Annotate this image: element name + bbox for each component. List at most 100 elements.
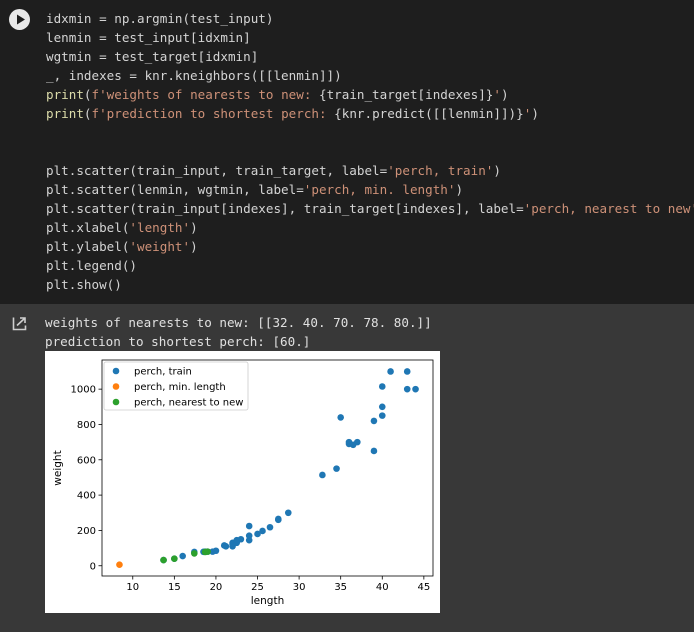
code-string: ' [493,87,501,102]
code-token: ) [531,106,539,121]
point-series-3 [204,548,211,555]
point-series-1 [333,465,340,472]
code-token: lenmin = test_input[idxmin] [46,30,251,45]
code-token: idxmin = np.argmin(test_input) [46,11,274,26]
point-series-1 [222,543,230,550]
point-series-1 [212,547,220,555]
code-builtin: print [46,106,84,121]
ticks-layer: 10 15 20 25 30 35 40 45 0 200 400 600 800 1000 [71,385,431,593]
code-line: plt.scatter(lenmin, wgtmin, label='perch… [46,180,694,199]
code-token: plt.ylabel( [46,239,130,254]
legend-marker-2 [112,383,120,390]
code-line: print(f'prediction to shortest perch: {k… [46,104,694,123]
code-line: plt.show() [46,275,694,294]
point-series-1 [349,441,357,449]
point-series-1 [245,522,253,530]
point-series-1 [284,509,292,517]
scatter-plot: 10 15 20 25 30 35 40 45 0 200 400 600 800 1000 length… [45,351,440,613]
code-line: print(f'weights of nearests to new: {tra… [46,85,694,104]
code-string: 'perch, train' [387,163,494,178]
stdout-line-2: prediction to shortest perch: [60.] [45,334,311,349]
code-editor[interactable]: idxmin = np.argmin(test_input)lenmin = t… [0,0,694,304]
code-token: {knr.predict([[lenmin]])} [334,106,524,121]
legend-label: perch, train [134,367,192,378]
stdout-text: weights of nearests to new: [[32. 40. 70… [45,313,432,351]
point-series-1 [337,414,344,421]
code-token: plt.scatter(train_input, train_target, l… [46,163,388,178]
code-token: ) [190,239,198,254]
point-series-1 [233,536,241,544]
point-series-1 [275,515,282,523]
code-line: plt.scatter(train_input, train_target, l… [46,161,694,180]
y-tick-label: 200 [77,526,96,537]
code-token: plt.scatter(train_input[indexes], train_… [46,201,524,216]
code-token: ) [455,182,464,197]
scatter-chart-svg: 10 15 20 25 30 35 40 45 0 200 400 600 800 1000 length… [52,359,434,607]
run-cell-button[interactable] [9,9,30,30]
point-series-1 [403,368,411,375]
output-area: weights of nearests to new: [[32. 40. 70… [0,304,694,632]
code-string: 'perch, nearest to new' [523,201,694,216]
code-token: plt.show() [46,277,122,292]
y-tick-label: 0 [90,561,96,572]
point-series-1 [387,368,394,375]
point-series-1 [319,471,326,479]
x-tick-label: 25 [251,582,264,593]
code-line: plt.xlabel('length') [46,218,694,237]
output-redirect-icon[interactable] [12,316,29,331]
x-tick-label: 10 [126,582,139,593]
point-series-3 [191,550,198,557]
code-token: plt.scatter(lenmin, wgtmin, label= [46,182,304,197]
y-tick-label: 1000 [71,385,96,396]
code-string: 'length' [129,220,191,235]
point-series-1 [266,523,274,531]
code-line: plt.ylabel('weight') [46,237,694,256]
code-line: wgtmin = test_target[idxmin] [46,47,694,66]
x-axis-label: length [251,595,284,607]
code-line: plt.scatter(train_input[indexes], train_… [46,199,694,218]
code-token: ) [190,220,198,235]
code-text[interactable]: idxmin = np.argmin(test_input)lenmin = t… [46,9,694,294]
code-token: plt.xlabel( [46,220,130,235]
point-series-1 [245,532,253,540]
x-tick-label: 35 [334,582,347,593]
point-series-1 [370,447,378,455]
point-series-3 [171,555,178,562]
y-axis-label: weight [52,450,64,485]
code-token: ) [500,87,509,102]
point-series-2 [116,561,123,569]
legend-label: perch, nearest to new [134,398,243,409]
x-tick-label: 20 [210,582,223,593]
x-tick-label: 30 [293,582,306,593]
y-tick-label: 800 [77,420,96,431]
code-string: 'perch, min. length' [303,182,456,197]
notebook-cell: idxmin = np.argmin(test_input)lenmin = t… [0,0,694,632]
y-tick-label: 600 [77,455,96,466]
y-tick-label: 400 [77,491,96,502]
code-builtin: print [46,87,84,102]
point-series-1 [378,383,386,390]
code-line: idxmin = np.argmin(test_input) [46,9,694,28]
point-series-1 [378,403,386,411]
point-series-1 [179,552,186,560]
code-token: plt.legend() [46,258,137,273]
legend: perch, train perch, min. length perch, nea… [103,361,249,411]
code-token: ( [83,106,92,121]
code-line: _, indexes = knr.kneighbors([[lenmin]]) [46,66,694,85]
play-icon [17,14,25,25]
code-string: 'weight' [129,239,191,254]
legend-label: perch, min. length [134,382,226,393]
point-series-1 [412,385,419,393]
x-tick-label: 45 [417,582,430,593]
legend-marker-1 [112,367,120,375]
point-series-1 [259,527,266,535]
code-token: ) [493,163,501,178]
code-line: lenmin = test_input[idxmin] [46,28,694,47]
code-string: f'prediction to shortest perch: [91,106,335,121]
code-string: f'weights of nearests to new: [91,87,319,102]
legend-marker-3 [112,398,120,406]
code-token: _, indexes = knr.kneighbors([[lenmin]]) [46,68,342,83]
stdout-line-1: weights of nearests to new: [[32. 40. 70… [45,315,432,330]
